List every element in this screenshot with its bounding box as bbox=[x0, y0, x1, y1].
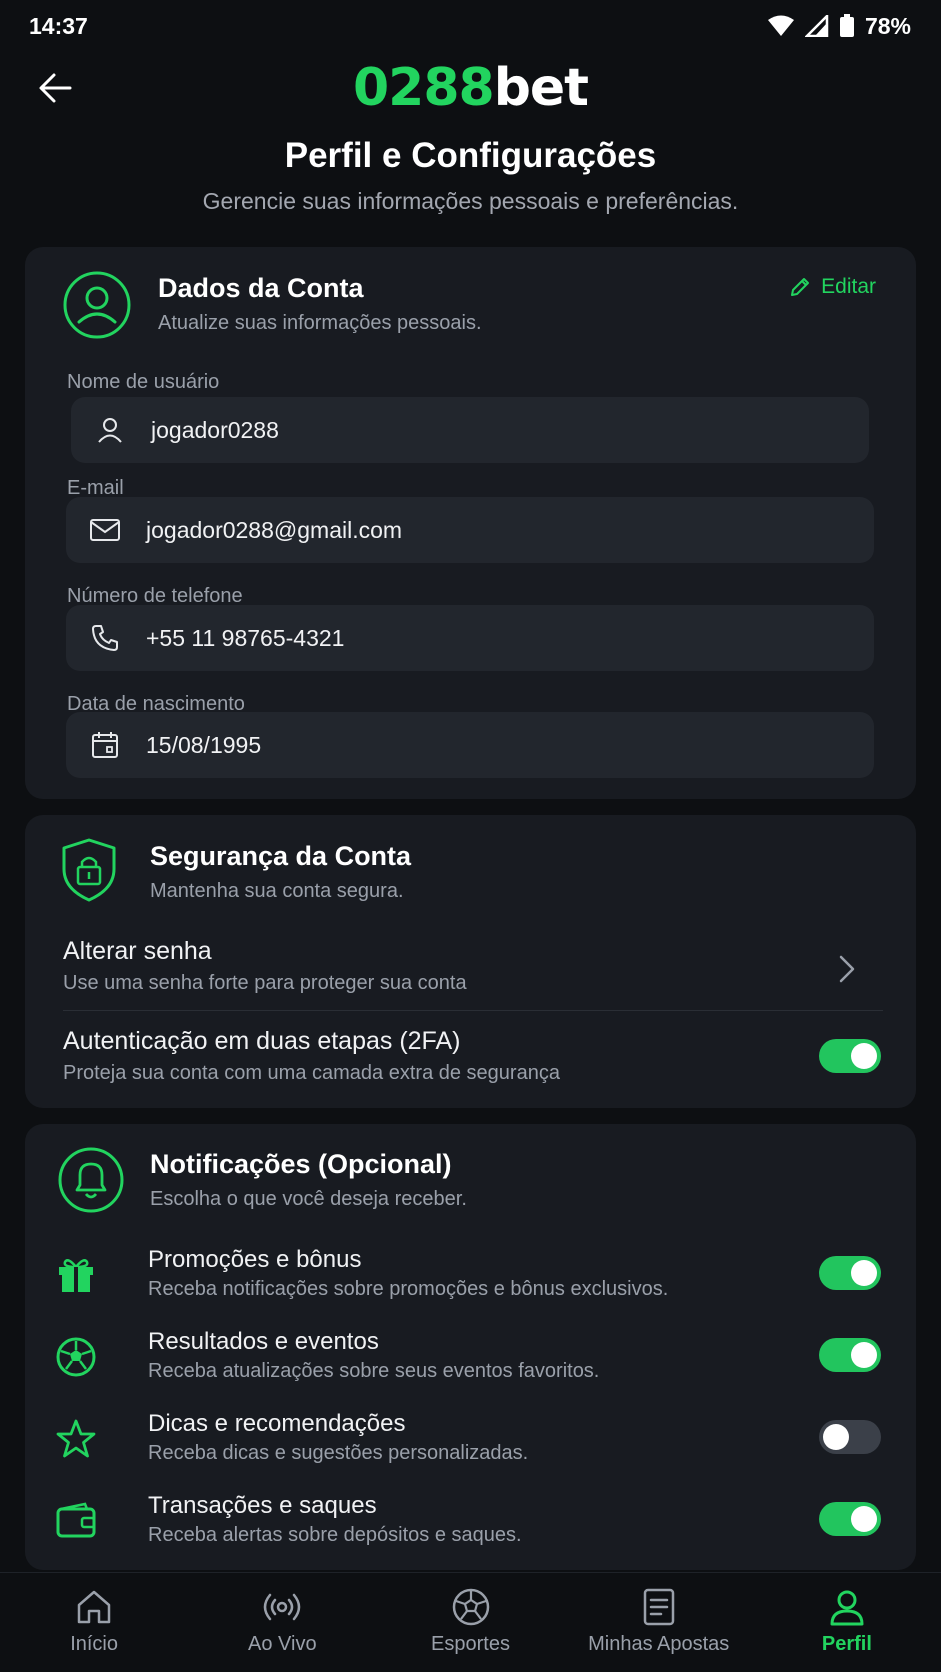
two-factor-title: Autenticação em duas etapas (2FA) bbox=[63, 1027, 461, 1055]
username-field[interactable]: jogador0288 bbox=[71, 397, 869, 463]
logo-bet: bet bbox=[493, 58, 589, 118]
pencil-icon bbox=[791, 278, 810, 296]
notif-tips-toggle[interactable] bbox=[819, 1420, 881, 1454]
bets-icon bbox=[643, 1588, 674, 1626]
shield-lock-icon bbox=[62, 838, 116, 902]
notif-results-row: Resultados e eventos Receba atualizações… bbox=[55, 1328, 885, 1398]
phone-value: +55 11 98765-4321 bbox=[146, 624, 345, 651]
notif-transactions-text: Transações e saques Receba alertas sobre… bbox=[148, 1492, 522, 1547]
security-divider bbox=[63, 1010, 883, 1011]
notif-transactions-title: Transações e saques bbox=[148, 1492, 377, 1519]
nav-item-home[interactable]: Início bbox=[0, 1573, 188, 1672]
status-time: 14:37 bbox=[29, 12, 88, 39]
notif-promotions-subtitle: Receba notificações sobre promoções e bô… bbox=[148, 1278, 669, 1300]
wifi-icon bbox=[767, 15, 794, 36]
edit-label: Editar bbox=[821, 275, 876, 298]
notif-tips-text: Dicas e recomendações Receba dicas e sug… bbox=[148, 1410, 528, 1465]
soccer-ball-icon bbox=[56, 1337, 96, 1377]
user-circle-icon bbox=[63, 271, 131, 339]
username-label: Nome de usuário bbox=[67, 371, 220, 393]
security-card: Segurança da Conta Mantenha sua conta se… bbox=[25, 815, 916, 1108]
page-title: Perfil e Configurações bbox=[284, 136, 657, 175]
notifications-card: Notificações (Opcional) Escolha o que vo… bbox=[25, 1124, 916, 1570]
logo-number: 0288 bbox=[352, 58, 495, 118]
signal-icon bbox=[804, 15, 829, 37]
chevron-right-icon[interactable] bbox=[837, 954, 857, 984]
nav-label-my-bets: Minhas Apostas bbox=[588, 1633, 730, 1655]
birthdate-value: 15/08/1995 bbox=[146, 731, 262, 758]
account-title: Dados da Conta bbox=[158, 273, 364, 303]
notif-results-text: Resultados e eventos Receba atualizações… bbox=[148, 1328, 599, 1383]
calendar-icon bbox=[88, 728, 122, 762]
nav-item-live[interactable]: Ao Vivo bbox=[188, 1573, 376, 1672]
home-icon bbox=[77, 1590, 111, 1624]
phone-field[interactable]: +55 11 98765-4321 bbox=[66, 605, 874, 671]
user-icon bbox=[93, 413, 127, 447]
notifications-subtitle: Escolha o que você deseja receber. bbox=[150, 1188, 467, 1210]
notif-promotions-text: Promoções e bônus Receba notificações so… bbox=[148, 1246, 668, 1301]
nav-label-sports: Esportes bbox=[431, 1633, 510, 1655]
edit-button[interactable]: Editar bbox=[789, 275, 876, 299]
notifications-title: Notificações (Opcional) bbox=[150, 1149, 452, 1179]
notif-promotions-toggle[interactable] bbox=[819, 1256, 881, 1290]
birthdate-field[interactable]: 15/08/1995 bbox=[66, 712, 874, 778]
status-icons: 78% bbox=[767, 13, 911, 40]
soccer-ball-icon bbox=[452, 1588, 489, 1626]
nav-item-my-bets[interactable]: Minhas Apostas bbox=[565, 1573, 753, 1672]
header: 0288bet Perfil e Configurações Gerencie … bbox=[0, 52, 941, 252]
email-field[interactable]: jogador0288@gmail.com bbox=[66, 497, 874, 563]
nav-label-live: Ao Vivo bbox=[248, 1633, 317, 1655]
nav-label-profile: Perfil bbox=[821, 1633, 872, 1655]
profile-icon bbox=[830, 1590, 864, 1626]
two-factor-subtitle: Proteja sua conta com uma camada extra d… bbox=[63, 1062, 560, 1084]
bell-icon bbox=[58, 1147, 124, 1213]
security-subtitle: Mantenha sua conta segura. bbox=[150, 880, 404, 902]
security-title: Segurança da Conta bbox=[150, 841, 412, 871]
notif-results-subtitle: Receba atualizações sobre seus eventos f… bbox=[148, 1360, 600, 1382]
notif-results-toggle[interactable] bbox=[819, 1338, 881, 1372]
wallet-icon bbox=[56, 1502, 96, 1538]
bottom-nav: Início Ao Vivo Esportes Minhas Apostas P… bbox=[0, 1572, 941, 1672]
mail-icon bbox=[88, 513, 122, 547]
battery-icon bbox=[839, 14, 854, 37]
email-value: jogador0288@gmail.com bbox=[146, 516, 403, 543]
notif-promotions-title: Promoções e bônus bbox=[148, 1246, 362, 1273]
gift-icon bbox=[59, 1259, 93, 1292]
nav-item-profile[interactable]: Perfil bbox=[753, 1573, 941, 1672]
notif-transactions-row: Transações e saques Receba alertas sobre… bbox=[55, 1492, 885, 1562]
two-factor-toggle[interactable] bbox=[819, 1039, 881, 1073]
notif-promotions-row: Promoções e bônus Receba notificações so… bbox=[55, 1246, 885, 1316]
star-icon bbox=[56, 1419, 96, 1458]
notif-tips-subtitle: Receba dicas e sugestões personalizadas. bbox=[148, 1442, 529, 1464]
change-password-title: Alterar senha bbox=[63, 937, 212, 965]
change-password-row[interactable]: Alterar senha Use uma senha forte para p… bbox=[63, 937, 883, 995]
nav-item-sports[interactable]: Esportes bbox=[376, 1573, 564, 1672]
phone-icon bbox=[88, 621, 122, 655]
notif-transactions-toggle[interactable] bbox=[819, 1502, 881, 1536]
account-card: Dados da Conta Atualize suas informações… bbox=[25, 247, 916, 799]
notif-transactions-subtitle: Receba alertas sobre depósitos e saques. bbox=[148, 1524, 522, 1546]
live-icon bbox=[264, 1593, 301, 1621]
account-subtitle: Atualize suas informações pessoais. bbox=[158, 312, 482, 334]
battery-percent: 78% bbox=[864, 12, 911, 39]
notif-tips-row: Dicas e recomendações Receba dicas e sug… bbox=[55, 1410, 885, 1480]
notif-tips-title: Dicas e recomendações bbox=[148, 1410, 406, 1437]
username-value: jogador0288 bbox=[151, 416, 279, 443]
change-password-subtitle: Use uma senha forte para proteger sua co… bbox=[63, 972, 467, 994]
two-factor-row: Autenticação em duas etapas (2FA) Protej… bbox=[63, 1027, 883, 1085]
page-subtitle: Gerencie suas informações pessoais e pre… bbox=[202, 188, 739, 214]
status-bar: 14:37 78% bbox=[0, 0, 941, 52]
brand-logo: 0288bet bbox=[0, 58, 941, 118]
nav-label-home: Início bbox=[70, 1633, 118, 1655]
notif-results-title: Resultados e eventos bbox=[148, 1328, 379, 1355]
